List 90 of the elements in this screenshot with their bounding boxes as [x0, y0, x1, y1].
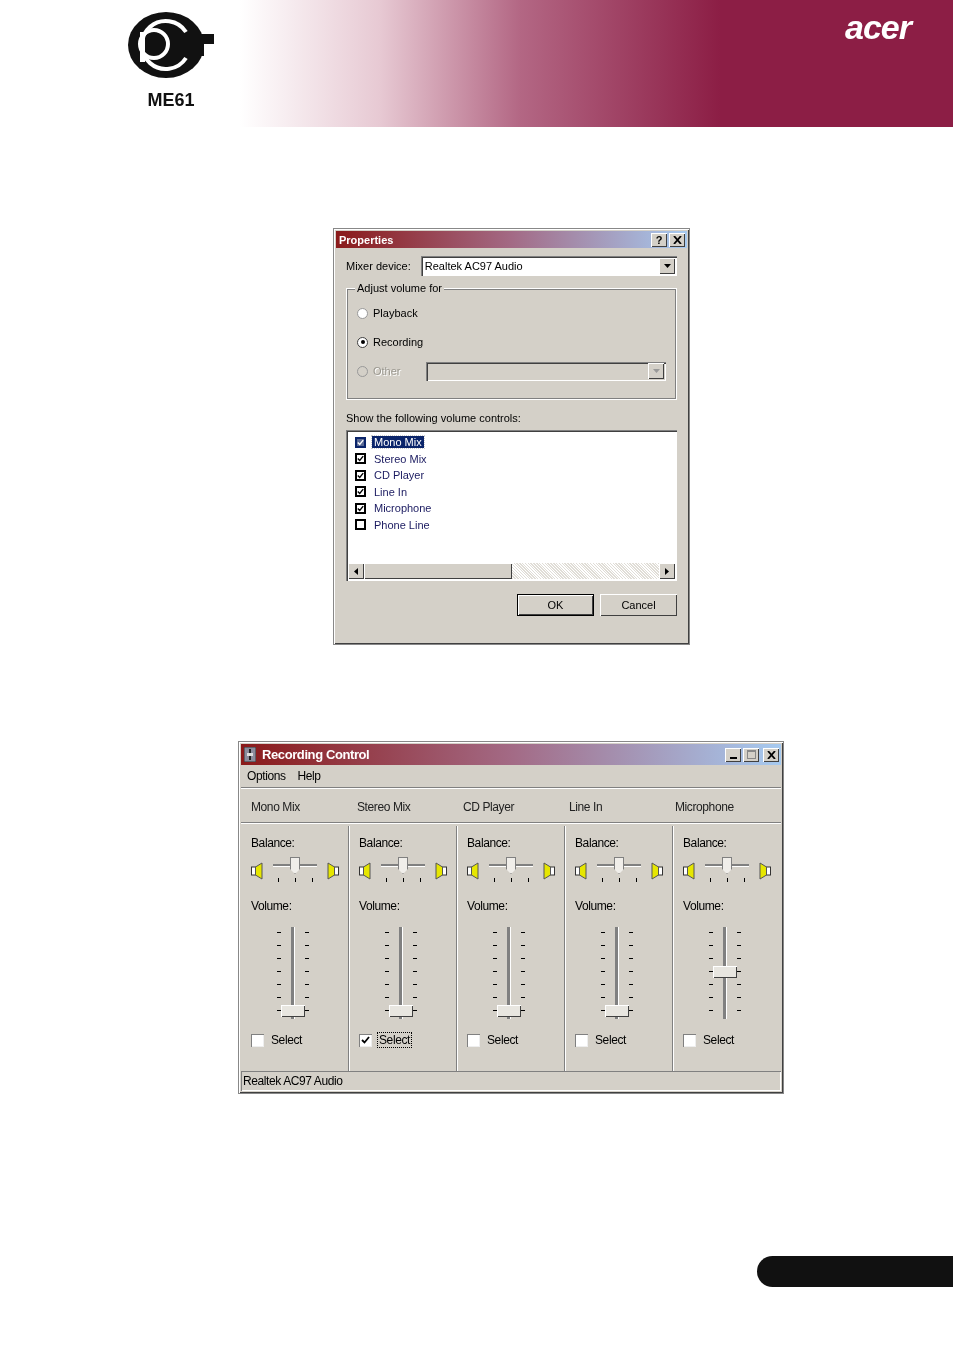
- dropdown-arrow-icon: [652, 369, 660, 373]
- volume-label: Volume:: [683, 899, 725, 913]
- certification-mark-icon: [128, 12, 214, 78]
- minimize-button[interactable]: [725, 747, 741, 762]
- channel-name: Microphone: [675, 800, 735, 814]
- radio-button[interactable]: [357, 307, 368, 319]
- checkbox[interactable]: [355, 519, 366, 531]
- channel-name: Stereo Mix: [357, 800, 412, 814]
- speaker-icon: [467, 862, 479, 880]
- speaker-icon: [435, 862, 447, 880]
- checkbox[interactable]: [355, 486, 366, 498]
- maximize-button[interactable]: [743, 747, 759, 762]
- select-checkbox[interactable]: [683, 1033, 696, 1047]
- checkbox[interactable]: [355, 502, 366, 514]
- balance-label: Balance:: [251, 836, 296, 850]
- speaker-icon: [359, 862, 371, 880]
- close-icon: [672, 235, 682, 244]
- speaker-icon: [543, 862, 555, 880]
- volume-slider[interactable]: [277, 927, 309, 1019]
- select-label[interactable]: Select: [378, 1033, 411, 1047]
- speaker-icon: [651, 862, 663, 880]
- volume-label: Volume:: [575, 899, 617, 913]
- window-title: Recording Control: [262, 747, 371, 762]
- list-item[interactable]: Microphone: [372, 502, 434, 515]
- window-title: Properties: [339, 233, 395, 246]
- balance-label: Balance:: [359, 836, 404, 850]
- list-item[interactable]: Phone Line: [372, 518, 432, 531]
- horizontal-scrollbar[interactable]: [348, 563, 675, 579]
- list-item[interactable]: Mono Mix: [372, 436, 424, 449]
- volume-slider[interactable]: [709, 927, 741, 1019]
- list-item[interactable]: Line In: [372, 485, 410, 498]
- minimize-icon: [729, 756, 737, 759]
- scroll-left-icon[interactable]: [354, 567, 358, 575]
- close-button[interactable]: [763, 747, 779, 762]
- balance-slider[interactable]: [597, 857, 641, 885]
- close-icon: [766, 750, 776, 759]
- mixer-device-dropdown[interactable]: Realtek AC97 Audio: [420, 256, 677, 276]
- maximize-icon: [746, 750, 756, 759]
- select-checkbox[interactable]: [251, 1033, 264, 1047]
- checkbox[interactable]: [355, 436, 366, 448]
- list-item[interactable]: CD Player: [372, 469, 427, 482]
- select-label[interactable]: Select: [594, 1033, 627, 1047]
- certification-code: ME61: [147, 90, 195, 111]
- balance-label: Balance:: [683, 836, 728, 850]
- balance-slider[interactable]: [273, 857, 317, 885]
- balance-label: Balance:: [575, 836, 620, 850]
- select-label[interactable]: Select: [486, 1033, 519, 1047]
- channel-name: Mono Mix: [251, 800, 301, 814]
- dialog-button[interactable]: OK: [517, 594, 594, 616]
- speaker-icon: [251, 862, 263, 880]
- dropdown-arrow-icon: [663, 264, 671, 268]
- speaker-icon: [683, 862, 695, 880]
- group-label: Adjust volume for: [355, 282, 444, 294]
- mixer-device-label: Mixer device:: [346, 260, 411, 272]
- volume-label: Volume:: [251, 899, 293, 913]
- volume-label: Volume:: [359, 899, 401, 913]
- radio-button[interactable]: [357, 336, 368, 348]
- speaker-icon: [327, 862, 339, 880]
- status-text: Realtek AC97 Audio: [243, 1074, 343, 1088]
- select-checkbox[interactable]: [467, 1033, 480, 1047]
- dialog-button[interactable]: Cancel: [600, 594, 677, 616]
- channel-name: CD Player: [463, 800, 516, 814]
- select-label[interactable]: Select: [270, 1033, 303, 1047]
- balance-label: Balance:: [467, 836, 512, 850]
- select-checkbox[interactable]: [575, 1033, 588, 1047]
- menu-item[interactable]: Options: [247, 769, 286, 783]
- select-checkbox[interactable]: [359, 1033, 372, 1047]
- balance-slider[interactable]: [489, 857, 533, 885]
- volume-slider[interactable]: [601, 927, 633, 1019]
- list-label: Show the following volume controls:: [346, 412, 522, 424]
- speaker-icon: [759, 862, 771, 880]
- other-device-dropdown[interactable]: [425, 361, 666, 381]
- channel-name: Line In: [569, 800, 604, 814]
- volume-label: Volume:: [467, 899, 509, 913]
- mixer-app-icon: [244, 747, 256, 762]
- volume-slider[interactable]: [385, 927, 417, 1019]
- radio-label[interactable]: Recording: [373, 336, 424, 348]
- volume-slider[interactable]: [493, 927, 525, 1019]
- close-button[interactable]: [669, 232, 685, 247]
- balance-slider[interactable]: [381, 857, 425, 885]
- menu-item[interactable]: Help: [297, 769, 321, 783]
- speaker-icon: [575, 862, 587, 880]
- select-label[interactable]: Select: [702, 1033, 735, 1047]
- scroll-right-icon[interactable]: [665, 567, 669, 575]
- radio-label[interactable]: Playback: [373, 307, 418, 319]
- checkbox[interactable]: [355, 453, 366, 465]
- balance-slider[interactable]: [705, 857, 749, 885]
- list-item[interactable]: Stereo Mix: [372, 452, 429, 465]
- help-button[interactable]: ?: [651, 232, 667, 247]
- checkbox[interactable]: [355, 469, 366, 481]
